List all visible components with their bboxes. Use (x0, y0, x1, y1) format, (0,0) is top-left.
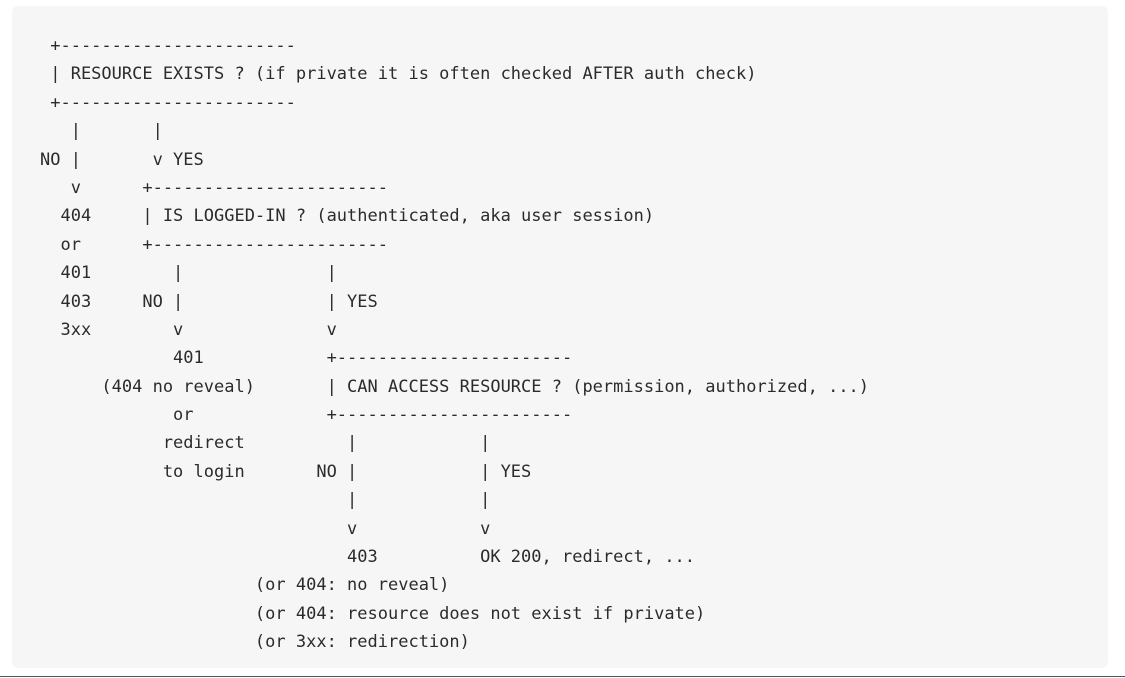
diagram-line: 403 NO | | YES (40, 291, 378, 312)
diagram-line: (or 3xx: redirection) (40, 632, 470, 653)
diagram-line: 3xx v v (40, 319, 337, 340)
diagram-line: | RESOURCE EXISTS ? (if private it is of… (40, 64, 757, 85)
diagram-line: or +----------------------- (40, 234, 388, 255)
diagram-line: | | (40, 490, 491, 511)
diagram-line: +----------------------- (40, 36, 296, 56)
diagram-line: v +----------------------- (40, 177, 388, 198)
diagram-line: 401 | | (40, 263, 337, 284)
diagram-line: 401 +----------------------- (40, 348, 573, 369)
diagram-line: (or 404: no reveal) (40, 575, 450, 596)
ascii-flowchart: +----------------------- | RESOURCE EXIS… (40, 32, 869, 657)
diagram-line: v v (40, 518, 491, 539)
code-block: +----------------------- | RESOURCE EXIS… (12, 6, 1108, 668)
diagram-line: 404 | IS LOGGED-IN ? (authenticated, aka… (40, 206, 655, 227)
diagram-line: (or 404: resource does not exist if priv… (40, 603, 706, 624)
diagram-line: 403 OK 200, redirect, ... (40, 547, 696, 568)
diagram-line: (404 no reveal) | CAN ACCESS RESOURCE ? … (40, 376, 870, 397)
diagram-line: | | (40, 121, 163, 142)
diagram-line: redirect | | (40, 433, 491, 454)
diagram-line: NO | v YES (40, 149, 204, 170)
bottom-divider (0, 676, 1125, 677)
diagram-line: or +----------------------- (40, 405, 573, 426)
diagram-line: +----------------------- (40, 92, 296, 113)
diagram-line: to login NO | | YES (40, 461, 532, 482)
